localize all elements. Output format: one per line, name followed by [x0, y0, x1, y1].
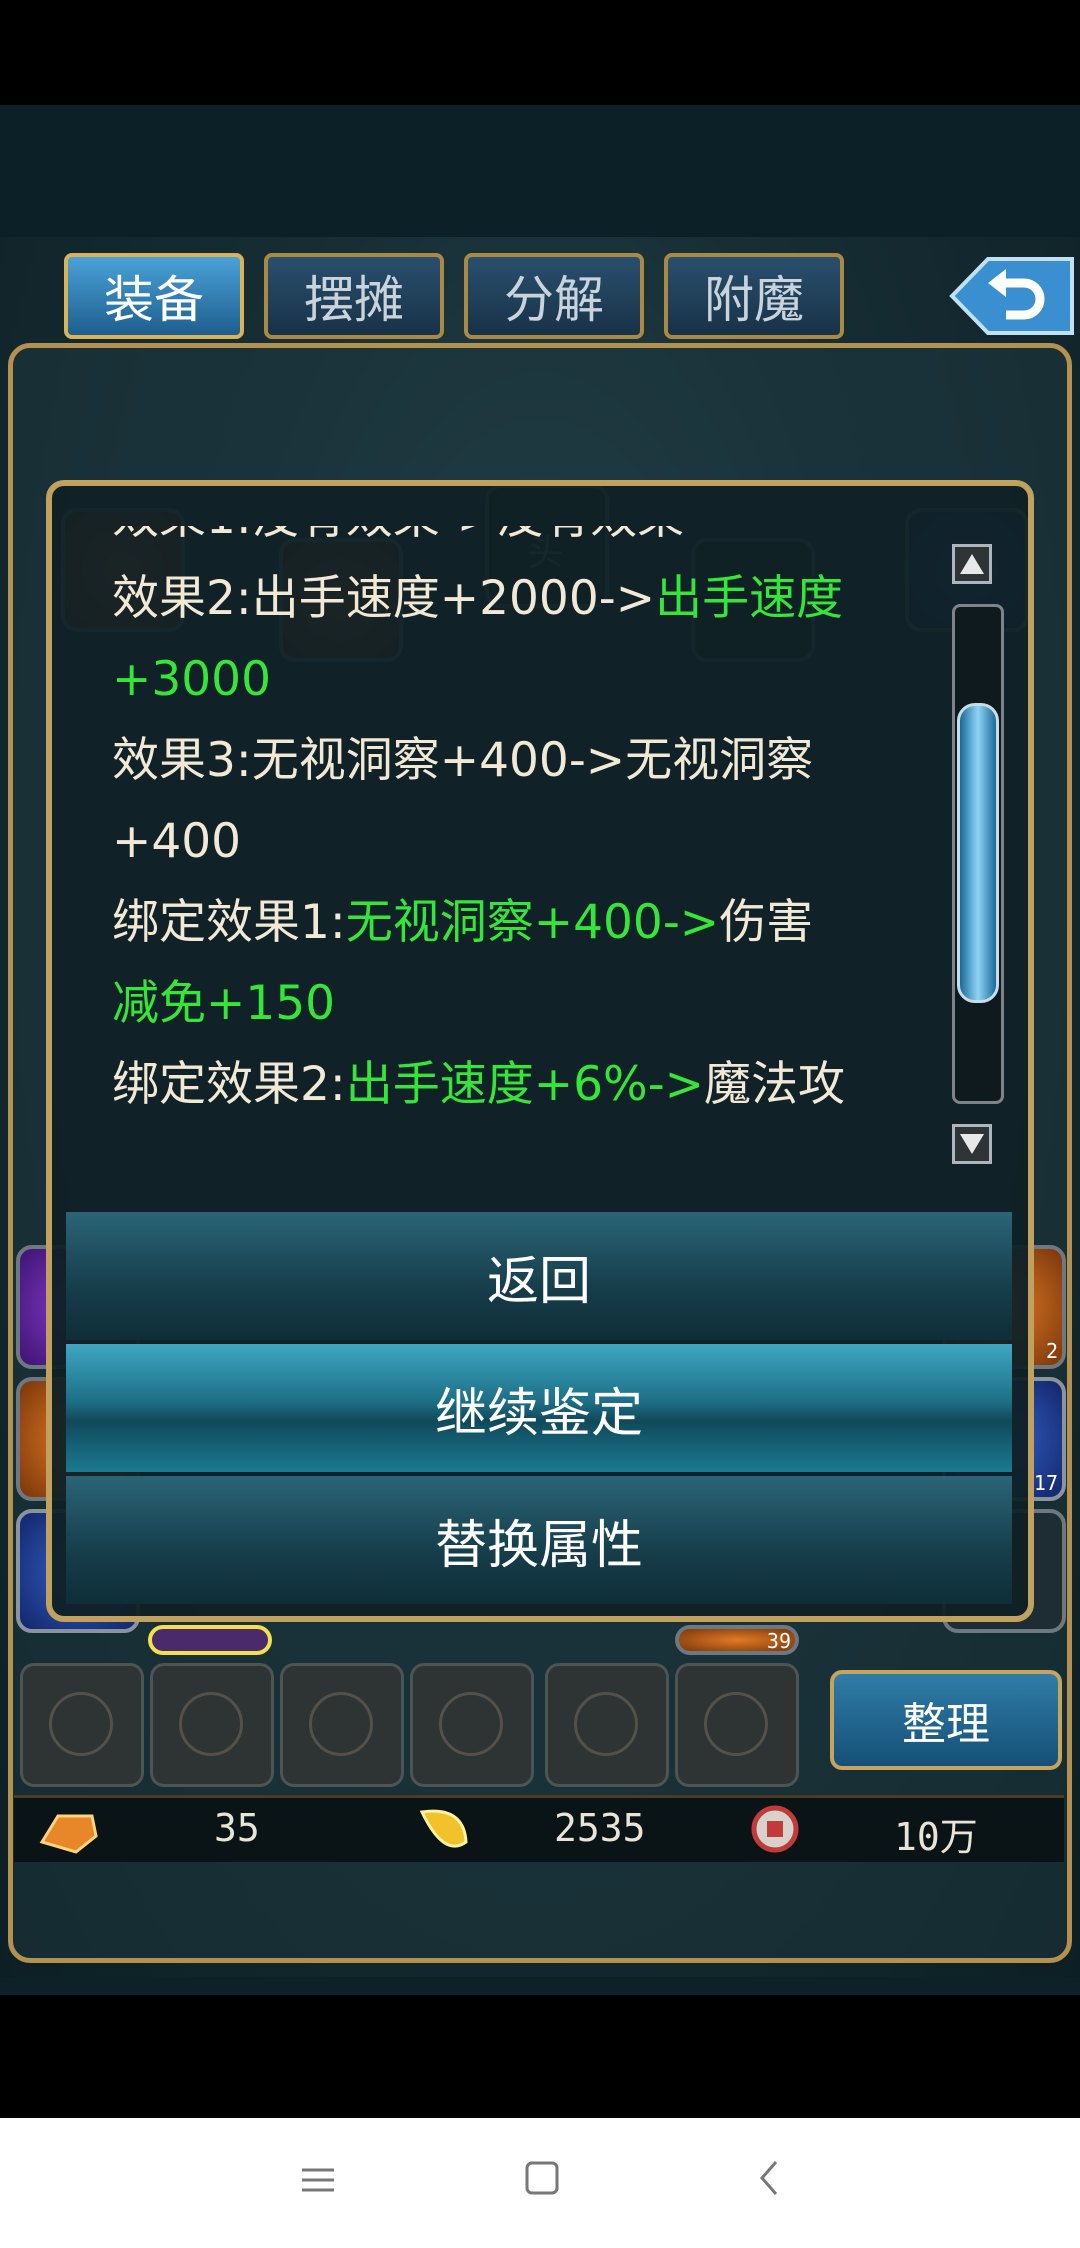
bag-empty-slot[interactable] [410, 1663, 534, 1787]
gold-amount: 35 [214, 1806, 260, 1850]
back-arrow-icon[interactable] [948, 253, 1076, 339]
effect-line: 绑定效果2:出手速度+6%->魔法攻 [112, 1045, 845, 1125]
effect-text-segment: +3000 [112, 652, 271, 707]
effect-line: 绑定效果1:无视洞察+400->伤害 [112, 883, 813, 963]
sort-button[interactable]: 整理 [830, 1670, 1062, 1770]
effect-text-segment: 效果1:没有效果->没有效果 [112, 526, 684, 545]
effect-text-segment: 绑定效果1: [112, 895, 346, 950]
back-icon[interactable] [750, 2158, 790, 2198]
item-count: 2 [1045, 1339, 1058, 1363]
home-icon[interactable] [522, 2158, 562, 2198]
replace-attributes-button[interactable]: 替换属性 [66, 1476, 1012, 1604]
effect-line: 效果3:无视洞察+400->无视洞察 [112, 721, 813, 801]
tab-decompose[interactable]: 分解 [464, 253, 644, 339]
leaf-amount: 2535 [554, 1806, 646, 1850]
bag-empty-slot[interactable] [20, 1663, 144, 1787]
effect-text-segment: 绑定效果2: [112, 1057, 346, 1112]
menu-icon[interactable] [298, 2160, 338, 2200]
effect-text-segment: 效果2:出手速度+2000-> [112, 571, 656, 626]
effect-text-area[interactable]: 效果1:没有效果->没有效果效果2:出手速度+2000->出手速度 +3000 效果… [112, 526, 992, 1226]
currency-bar: 35 2535 10万 [14, 1795, 1064, 1862]
bag-empty-slot[interactable] [675, 1663, 799, 1787]
effect-text-segment: 出手速度+6%-> [345, 1057, 705, 1112]
effect-text-segment: 效果3:无视洞察+400->无视洞察 [112, 733, 814, 788]
gold-ingot-icon [39, 1814, 98, 1854]
scroll-up-icon[interactable] [952, 544, 992, 584]
scroll-thumb[interactable] [957, 703, 999, 1003]
effect-text-segment: 伤害 [719, 895, 814, 950]
effect-text-segment: 魔法攻 [704, 1057, 846, 1112]
scroll-track[interactable] [952, 604, 1004, 1104]
bag-empty-slot[interactable] [545, 1663, 669, 1787]
tab-enchant[interactable]: 附魔 [664, 253, 844, 339]
game-screen: 装备 摆摊 分解 附魔 头 2 17 39 整理 [0, 105, 1080, 1995]
item-count: 39 [766, 1629, 791, 1653]
scroll-down-icon[interactable] [952, 1124, 992, 1164]
item-count: 17 [1033, 1471, 1058, 1495]
effect-text-segment: 减免+150 [112, 976, 336, 1031]
scrollbar[interactable] [952, 544, 1004, 1164]
return-button[interactable]: 返回 [66, 1212, 1012, 1340]
effect-line: 效果2:出手速度+2000->出手速度 [112, 559, 843, 639]
tab-stall[interactable]: 摆摊 [264, 253, 444, 339]
coin-icon [751, 1805, 799, 1853]
status-bar [0, 0, 1080, 105]
system-nav-bar [0, 2118, 1080, 2248]
tab-equip[interactable]: 装备 [64, 253, 244, 339]
effect-line: +400 [112, 802, 241, 882]
game-top-band [0, 105, 1080, 237]
effect-text-segment: +400 [112, 814, 242, 869]
effect-text-segment: 无视洞察+400-> [345, 895, 720, 950]
leaf-icon [419, 1809, 468, 1848]
effect-line: 减免+150 [112, 964, 335, 1044]
bag-item[interactable]: 39 [675, 1625, 799, 1655]
bag-empty-slot[interactable] [280, 1663, 404, 1787]
effect-line: 效果1:没有效果->没有效果 [112, 526, 684, 558]
bag-item-selected[interactable] [148, 1625, 272, 1655]
continue-identify-button[interactable]: 继续鉴定 [66, 1344, 1012, 1472]
identify-result-dialog: 效果1:没有效果->没有效果效果2:出手速度+2000->出手速度 +3000 效果… [46, 480, 1034, 1622]
effect-line: +3000 [112, 640, 271, 720]
effect-text-segment: 出手速度 [655, 571, 844, 626]
coin-amount: 10万 [894, 1815, 978, 1859]
bag-empty-slot[interactable] [150, 1663, 274, 1787]
